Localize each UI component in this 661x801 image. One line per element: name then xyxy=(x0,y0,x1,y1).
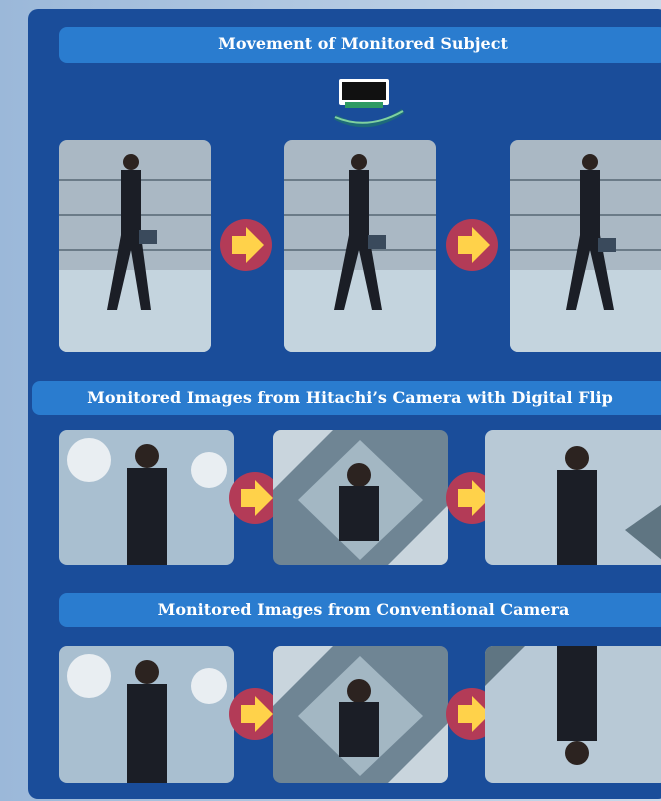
photo-conv-1 xyxy=(59,646,234,783)
photo-side-2 xyxy=(284,140,436,352)
right-arrow-icon xyxy=(220,219,272,271)
section-title-conventional: Monitored Images from Conventional Camer… xyxy=(59,593,661,627)
photo-conv-3-upside-down xyxy=(485,646,661,783)
photo-side-3 xyxy=(510,140,661,352)
main-panel: Movement of Monitored Subject Monitored … xyxy=(28,9,661,799)
photo-conv-2 xyxy=(273,646,448,783)
ceiling-camera-icon xyxy=(333,79,407,131)
section-title-movement: Movement of Monitored Subject xyxy=(59,27,661,63)
photo-side-1 xyxy=(59,140,211,352)
photo-flip-2 xyxy=(273,430,448,565)
right-arrow-icon xyxy=(446,219,498,271)
section-title-digital-flip: Monitored Images from Hitachi’s Camera w… xyxy=(32,381,661,415)
photo-flip-3 xyxy=(485,430,661,565)
photo-flip-1 xyxy=(59,430,234,565)
